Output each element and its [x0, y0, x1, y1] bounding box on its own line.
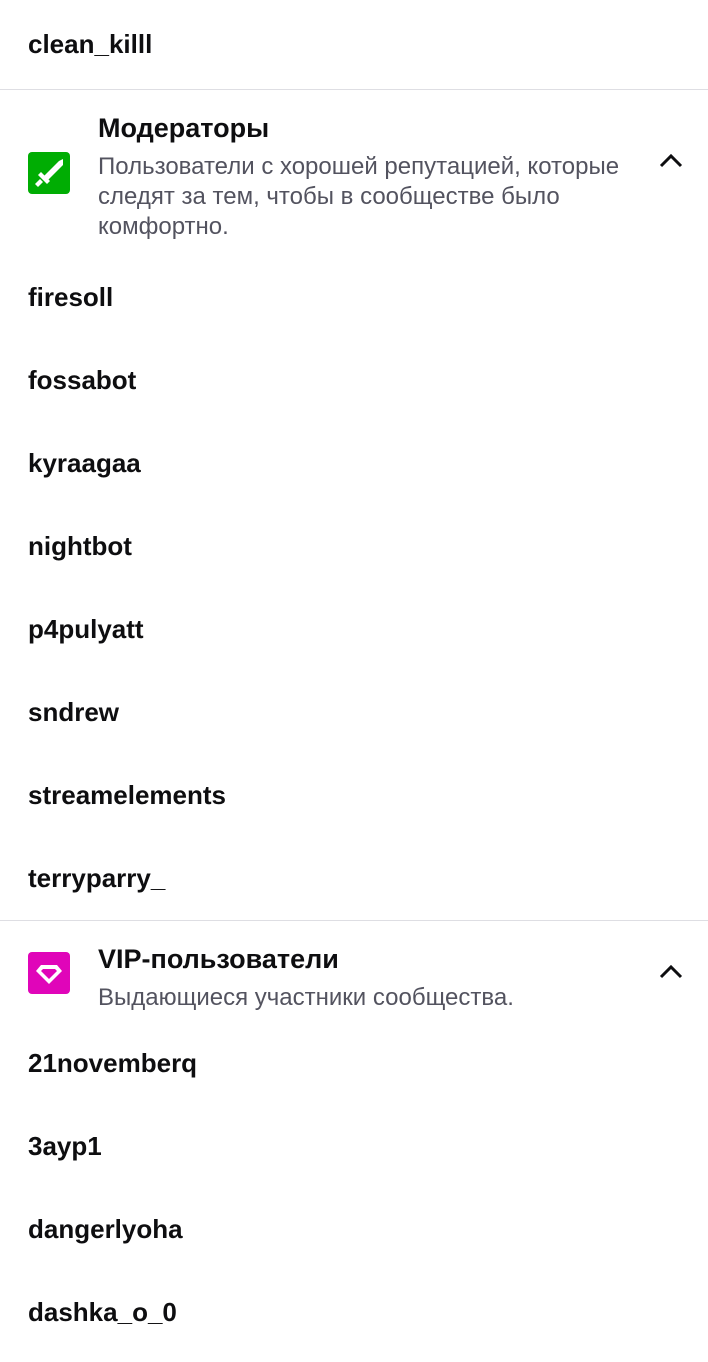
username: dashka_o_0 [28, 1297, 177, 1327]
username: firesoll [28, 282, 114, 312]
list-item[interactable]: dashka_o_0 [0, 1271, 708, 1354]
list-item[interactable]: 3ayp1 [0, 1105, 708, 1188]
list-item[interactable]: kyraagaa [0, 422, 708, 505]
section-title: Модераторы [98, 113, 270, 143]
list-item[interactable]: 21novemberq [0, 1022, 708, 1105]
username: kyraagaa [28, 448, 141, 478]
top-user-row[interactable]: clean_killl [0, 0, 708, 90]
sword-icon [28, 152, 70, 194]
list-item[interactable]: terryparry_ [0, 837, 708, 920]
username: terryparry_ [28, 863, 166, 893]
username: 21novemberq [28, 1048, 198, 1078]
chevron-up-icon[interactable] [658, 148, 684, 174]
username: dangerlyoha [28, 1214, 183, 1244]
moderators-list: firesoll fossabot kyraagaa nightbot p4pu… [0, 256, 708, 920]
username: fossabot [28, 365, 137, 395]
list-item[interactable]: firesoll [0, 256, 708, 339]
chevron-up-icon[interactable] [658, 959, 684, 985]
section-description: Выдающиеся участники сообщества. [98, 984, 514, 1011]
username: nightbot [28, 531, 132, 561]
moderators-section-header[interactable]: Модераторы Пользователи с хорошей репута… [0, 90, 708, 256]
username: sndrew [28, 697, 120, 727]
username: p4pulyatt [28, 614, 144, 644]
username: streamelements [28, 780, 226, 810]
username: 3ayp1 [28, 1131, 102, 1161]
section-description: Пользователи с хорошей репутацией, котор… [98, 153, 620, 240]
list-item[interactable]: p4pulyatt [0, 588, 708, 671]
list-item[interactable]: streamelements [0, 754, 708, 837]
vips-section-header[interactable]: VIP-пользователи Выдающиеся участники со… [0, 920, 708, 1022]
section-title: VIP-пользователи [98, 944, 339, 974]
list-item[interactable]: sndrew [0, 671, 708, 754]
list-item[interactable]: fossabot [0, 339, 708, 422]
username: clean_killl [28, 29, 153, 59]
diamond-icon [28, 952, 70, 994]
vips-list: 21novemberq 3ayp1 dangerlyoha dashka_o_0 [0, 1022, 708, 1354]
list-item[interactable]: dangerlyoha [0, 1188, 708, 1271]
list-item[interactable]: nightbot [0, 505, 708, 588]
